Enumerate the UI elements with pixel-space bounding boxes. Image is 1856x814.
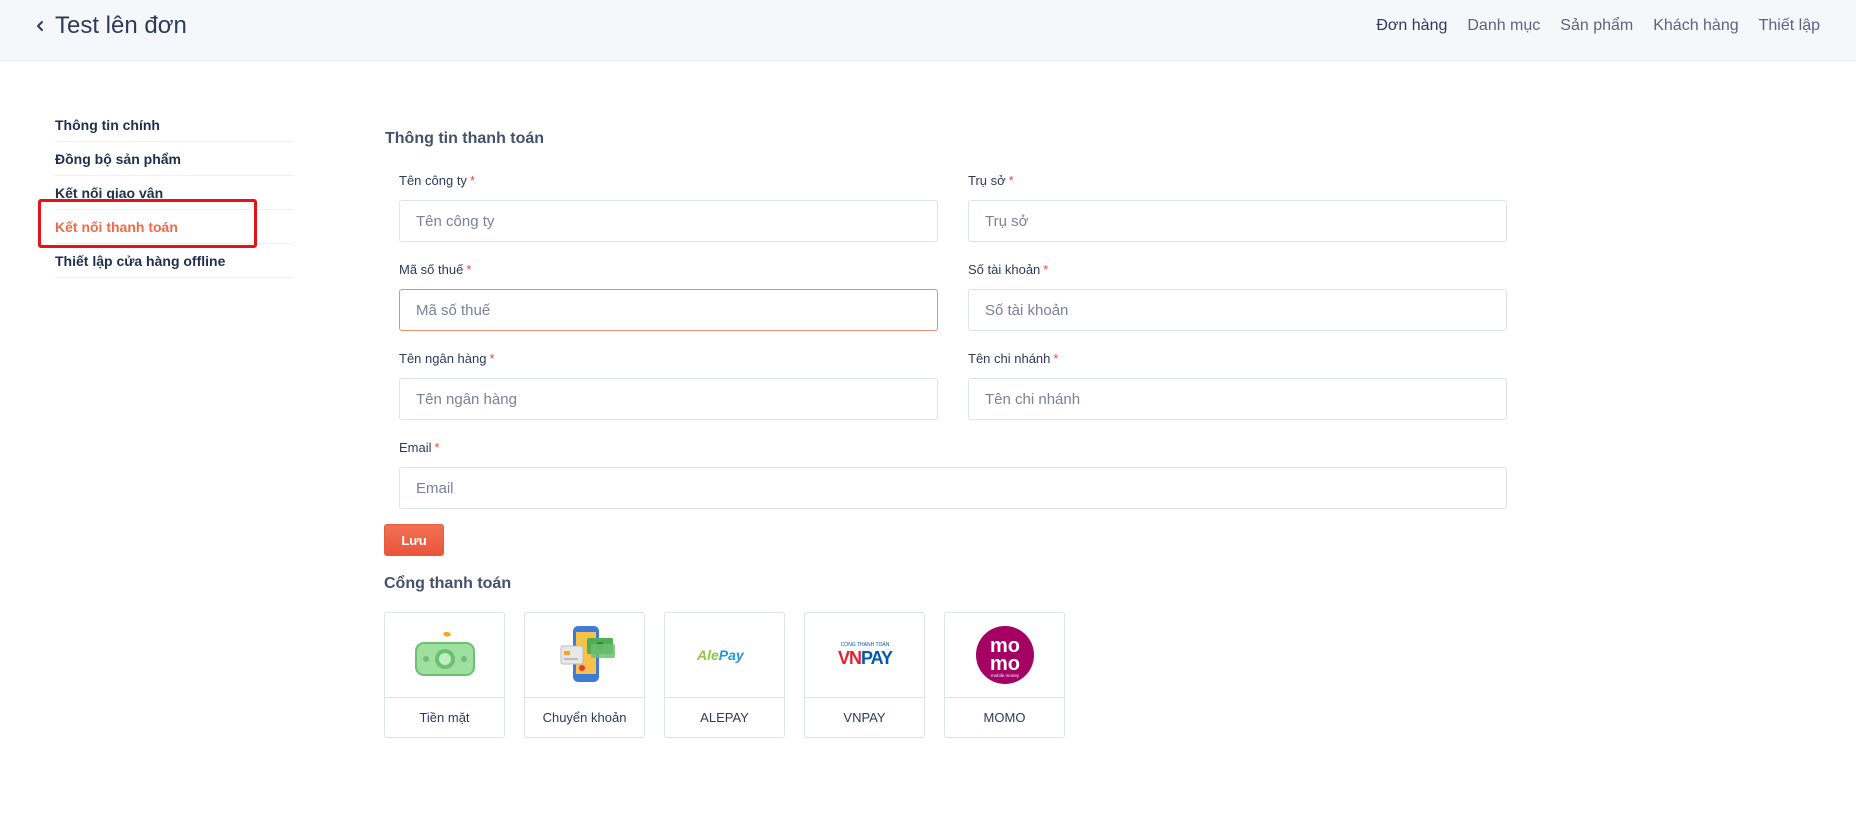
- nav-orders[interactable]: Đơn hàng: [1376, 17, 1447, 35]
- gateway-card-momo[interactable]: mo mo mobile money MOMO: [944, 612, 1065, 738]
- headquarters-label: Trụ sở *: [968, 173, 1014, 188]
- momo-logo: mo mo mobile money: [945, 613, 1064, 698]
- top-nav: Đơn hàng Danh mục Sản phẩm Khách hàng Th…: [1376, 17, 1820, 35]
- payment-gateways-title: Cổng thanh toán: [384, 575, 512, 592]
- save-button[interactable]: Lưu: [384, 524, 444, 556]
- gateway-card-cash[interactable]: Tiền mặt: [384, 612, 505, 738]
- sidebar-item-offline-store[interactable]: Thiết lập cửa hàng offline: [55, 244, 293, 278]
- company-name-input[interactable]: [399, 200, 938, 242]
- svg-text:mobile money: mobile money: [990, 673, 1019, 678]
- payment-gateway-list: Tiền mặt Chuyển khoản AlePay ALEPAY CỔNG…: [384, 612, 1065, 738]
- sidebar-item-main-info[interactable]: Thông tin chính: [55, 108, 293, 142]
- nav-customers[interactable]: Khách hàng: [1653, 17, 1738, 35]
- nav-settings[interactable]: Thiết lập: [1759, 17, 1820, 35]
- svg-text:mo: mo: [990, 653, 1020, 675]
- sidebar-item-product-sync[interactable]: Đồng bộ sản phẩm: [55, 142, 293, 176]
- settings-sidebar: Thông tin chính Đồng bộ sản phẩm Kết nối…: [55, 108, 293, 278]
- sidebar-item-shipping[interactable]: Kết nối giao vận: [55, 176, 293, 210]
- svg-text:AlePay: AlePay: [696, 647, 745, 663]
- nav-products[interactable]: Sản phẩm: [1560, 17, 1633, 35]
- tax-code-input[interactable]: [399, 289, 938, 331]
- svg-text:VNPAY: VNPAY: [837, 648, 892, 668]
- company-name-label: Tên công ty *: [399, 173, 475, 188]
- svg-text:CỔNG THANH TOÁN: CỔNG THANH TOÁN: [840, 641, 889, 648]
- gateway-label: MOMO: [983, 710, 1026, 725]
- account-number-label: Số tài khoản *: [968, 262, 1049, 277]
- bank-transfer-icon: [525, 613, 644, 698]
- nav-categories[interactable]: Danh mục: [1467, 17, 1540, 35]
- alepay-logo: AlePay: [665, 613, 784, 698]
- email-input[interactable]: [399, 467, 1507, 509]
- branch-name-label: Tên chi nhánh *: [968, 351, 1059, 366]
- payment-info-title: Thông tin thanh toán: [385, 130, 545, 147]
- cash-icon: [385, 613, 504, 698]
- gateway-label: Chuyển khoản: [542, 710, 627, 725]
- bank-name-input[interactable]: [399, 378, 938, 420]
- sidebar-item-payment[interactable]: Kết nối thanh toán: [55, 210, 293, 244]
- account-number-input[interactable]: [968, 289, 1507, 331]
- vnpay-logo: CỔNG THANH TOÁN VNPAY: [805, 613, 924, 698]
- top-header: Test lên đơn Đơn hàng Danh mục Sản phẩm …: [0, 0, 1856, 61]
- tax-code-label: Mã số thuế *: [399, 262, 472, 277]
- branch-name-input[interactable]: [968, 378, 1507, 420]
- page-title: Test lên đơn: [55, 12, 187, 39]
- headquarters-input[interactable]: [968, 200, 1507, 242]
- gateway-label: ALEPAY: [700, 710, 749, 725]
- gateway-label: Tiền mặt: [419, 710, 470, 725]
- gateway-card-alepay[interactable]: AlePay ALEPAY: [664, 612, 785, 738]
- gateway-card-bank-transfer[interactable]: Chuyển khoản: [524, 612, 645, 738]
- back-chevron-icon[interactable]: [30, 15, 50, 37]
- email-label: Email *: [399, 440, 440, 455]
- gateway-label: VNPAY: [843, 710, 886, 725]
- gateway-card-vnpay[interactable]: CỔNG THANH TOÁN VNPAY VNPAY: [804, 612, 925, 738]
- bank-name-label: Tên ngân hàng *: [399, 351, 495, 366]
